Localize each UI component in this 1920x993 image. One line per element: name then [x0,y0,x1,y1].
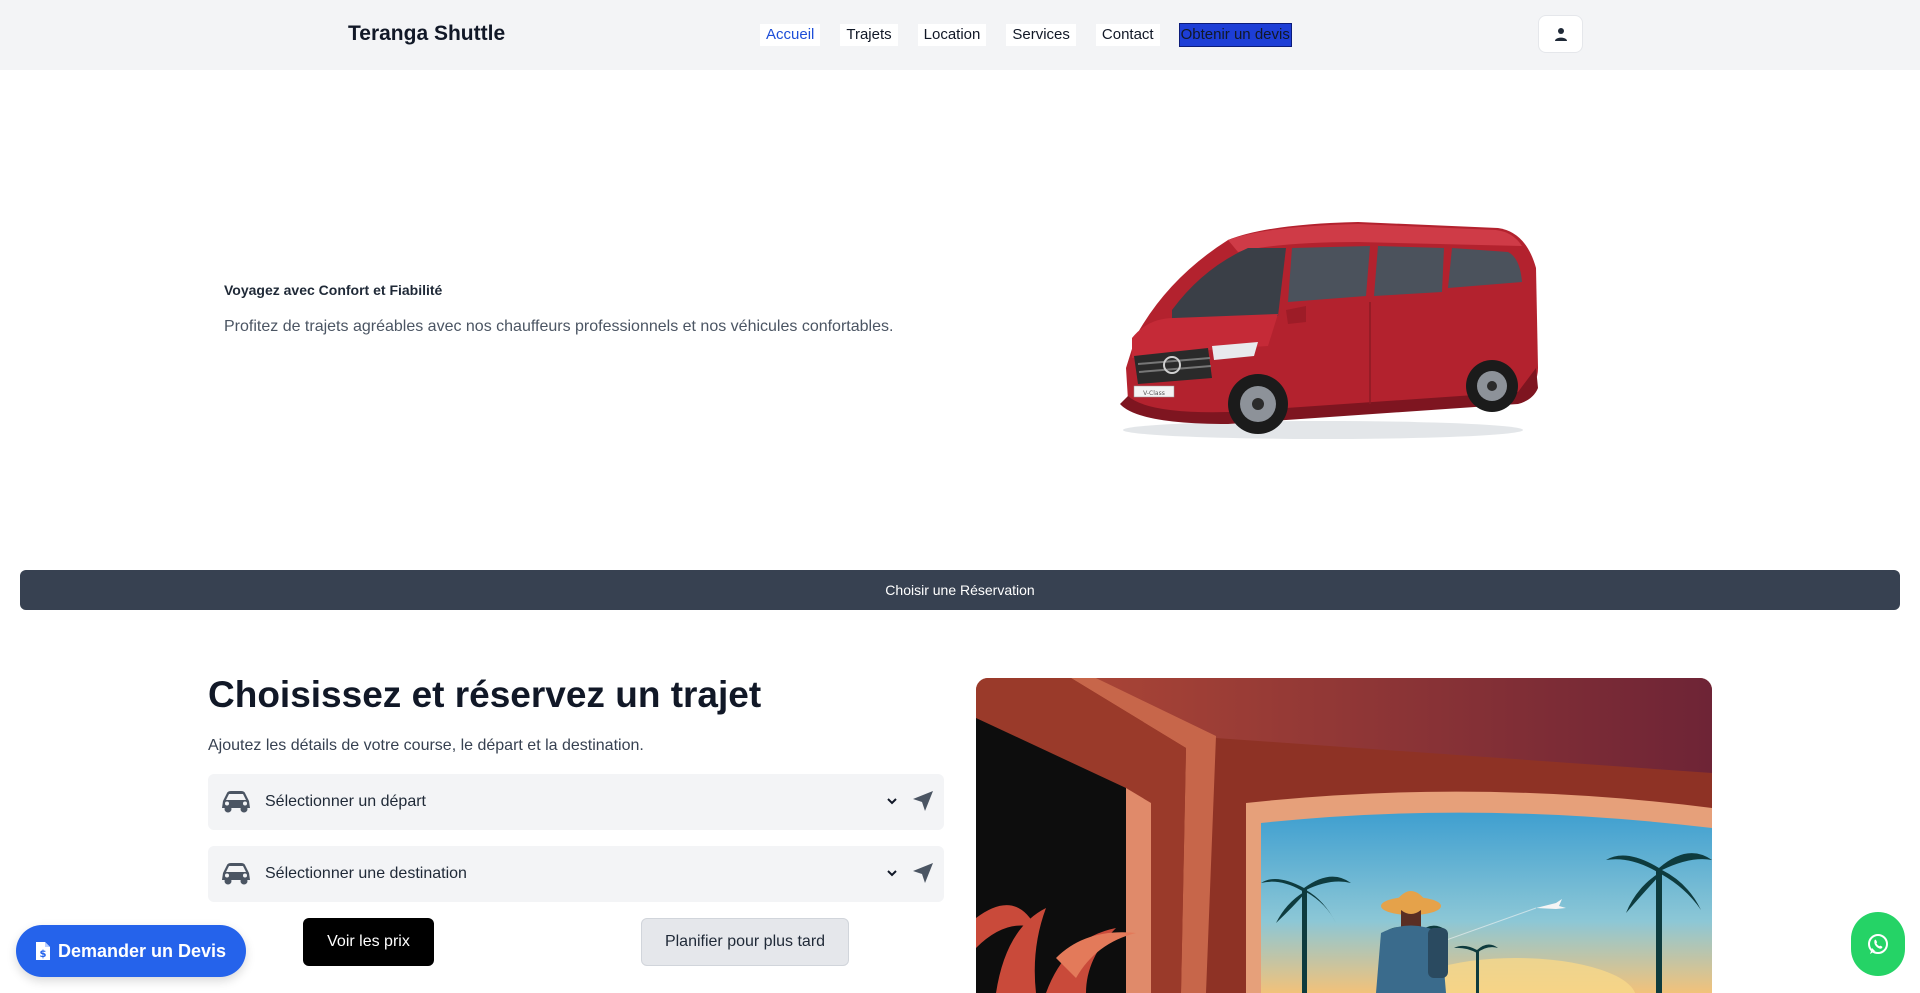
destination-placeholder: Sélectionner une destination [265,865,467,882]
nav-contact[interactable]: Contact [1095,24,1160,46]
whatsapp-button[interactable] [1851,912,1905,976]
user-account-button[interactable] [1538,15,1583,53]
departure-placeholder: Sélectionner un départ [265,793,426,810]
brand-logo-text[interactable]: Teranga Shuttle [348,22,505,46]
request-quote-button[interactable]: $ Demander un Devis [16,925,246,977]
top-navbar: Teranga Shuttle Accueil Trajets Location… [0,0,1920,70]
nav-obtenir-devis[interactable]: Obtenir un devis [1178,23,1292,47]
whatsapp-icon [1868,934,1888,954]
hero-subtitle: Profitez de trajets agréables avec nos c… [224,318,894,335]
location-arrow-icon[interactable] [911,789,935,813]
nav-trajets[interactable]: Trajets [840,24,898,46]
booking-subtitle: Ajoutez les détails de votre course, le … [208,737,644,754]
file-invoice-icon: $ [35,942,50,960]
see-prices-button[interactable]: Voir les prix [303,918,434,966]
svg-text:$: $ [39,949,46,960]
svg-text:V-Class: V-Class [1143,390,1165,397]
hero-title: Voyagez avec Confort et Fiabilité [224,282,443,298]
nav-services[interactable]: Services [1006,24,1076,46]
traveler-illustration [976,678,1712,993]
car-icon [222,863,250,885]
chevron-down-icon [887,870,897,877]
user-icon [1554,28,1567,41]
red-minivan-image: V-Class [1120,222,1538,439]
departure-select[interactable]: Sélectionner un départ [208,774,944,830]
request-quote-label: Demander un Devis [57,940,227,961]
nav-location[interactable]: Location [917,24,987,46]
destination-select[interactable]: Sélectionner une destination [208,846,944,902]
schedule-later-button[interactable]: Planifier pour plus tard [641,918,849,966]
choose-reservation-button[interactable]: Choisir une Réservation [20,570,1900,610]
nav-accueil[interactable]: Accueil [760,24,821,46]
location-arrow-icon[interactable] [911,861,935,885]
car-icon [222,791,250,813]
page: Teranga Shuttle Accueil Trajets Location… [0,0,1920,993]
booking-title: Choisissez et réservez un trajet [208,674,762,715]
chevron-down-icon [887,798,897,805]
main-nav: Accueil Trajets Location Services Contac… [760,23,1292,47]
